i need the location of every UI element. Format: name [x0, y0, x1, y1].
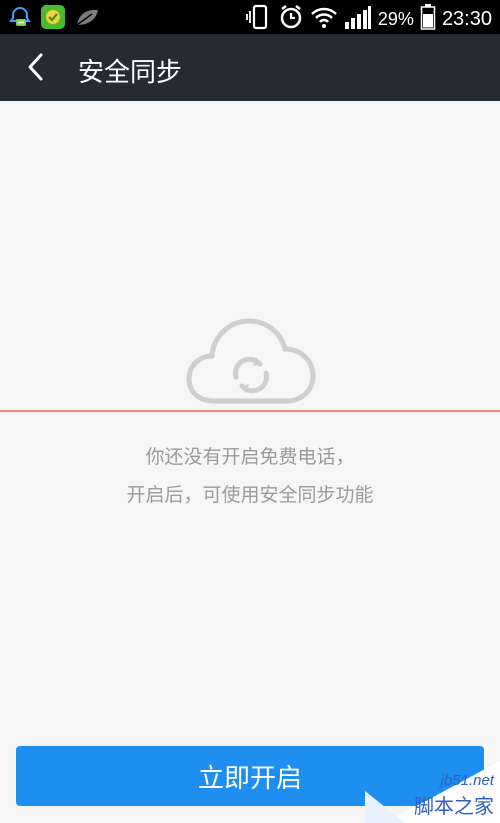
- message-notification-icon: [8, 5, 32, 33]
- divider-line: [0, 410, 500, 412]
- battery-icon: [420, 3, 436, 35]
- empty-message-line2: 开启后，可使用安全同步功能: [126, 484, 374, 506]
- watermark: jb51.net 脚本之家: [365, 751, 500, 823]
- watermark-url: jb51.net: [440, 772, 494, 789]
- watermark-name: 脚本之家: [414, 794, 494, 818]
- wifi-icon: [310, 5, 338, 33]
- cloud-sync-icon: [186, 313, 316, 408]
- vibrate-icon: [246, 3, 272, 35]
- alarm-icon: [278, 3, 304, 35]
- leaf-icon: [74, 5, 100, 33]
- app-notification-icon: [40, 4, 66, 34]
- back-button[interactable]: [14, 47, 58, 91]
- battery-percent: 29%: [377, 8, 414, 29]
- system-status: 29% 23:30: [246, 3, 492, 35]
- empty-message-line1: 你还没有开启免费电话，: [145, 446, 355, 468]
- chevron-left-icon: [25, 52, 47, 86]
- app-bar: 安全同步: [0, 34, 500, 101]
- signal-icon: [344, 4, 372, 34]
- page-title: 安全同步: [78, 58, 183, 88]
- clock: 23:30: [441, 7, 492, 30]
- status-bar: 29% 23:30: [0, 0, 500, 34]
- notification-icons: [8, 4, 100, 34]
- main-content: 你还没有开启免费电话， 开启后，可使用安全同步功能 立即开启: [0, 101, 500, 823]
